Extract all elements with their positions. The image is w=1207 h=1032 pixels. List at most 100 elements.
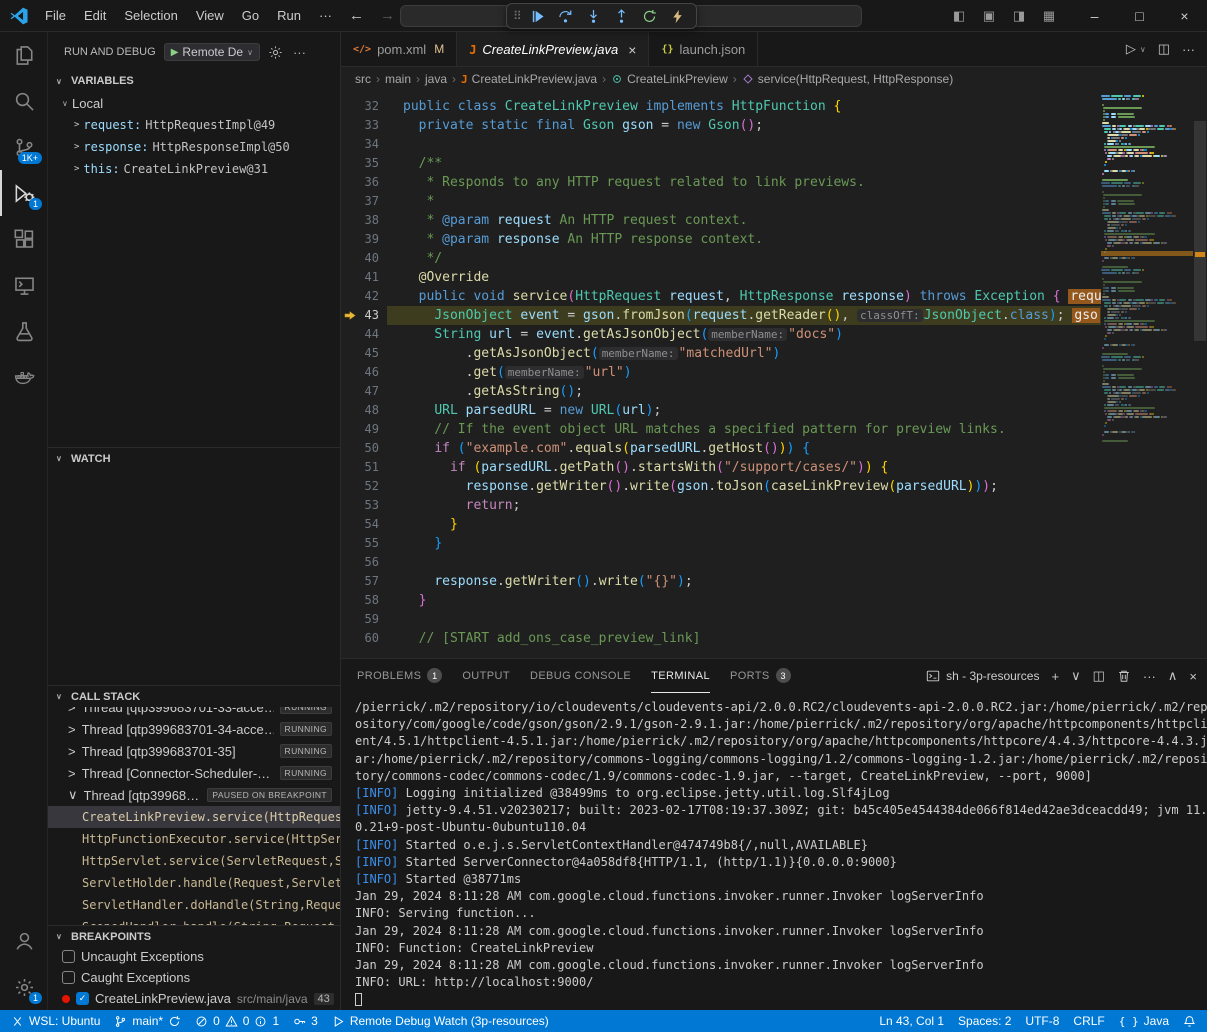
gutter-line-49[interactable]: 49: [341, 420, 387, 439]
start-debugging-icon[interactable]: ▶: [171, 47, 179, 58]
debug-toolbar-drag-handle[interactable]: ⠿: [513, 9, 520, 23]
minimize-button[interactable]: –: [1072, 0, 1117, 32]
editor-tab-launch-json[interactable]: {}launch.json: [649, 32, 758, 66]
minimap[interactable]: [1101, 91, 1193, 658]
panel-tab-output[interactable]: OUTPUT: [462, 659, 510, 693]
breakpoints-section-header[interactable]: ∨ BREAKPOINTS: [48, 925, 340, 947]
debug-step-out-button[interactable]: [610, 5, 634, 27]
code-line-59[interactable]: 59: [341, 610, 1101, 629]
code-line-50[interactable]: 50 if ("example.com".equals(parsedURL.ge…: [341, 439, 1101, 458]
gutter-line-44[interactable]: 44: [341, 325, 387, 344]
menu-go[interactable]: Go: [233, 1, 268, 31]
activity-item-search[interactable]: [0, 78, 47, 124]
gutter-line-32[interactable]: 32: [341, 97, 387, 116]
status-language-mode[interactable]: { }Java: [1112, 1010, 1176, 1032]
split-terminal-icon[interactable]: ◫: [1093, 668, 1105, 684]
call-stack-frame[interactable]: ScopedHandler.handle(String,Request,: [48, 916, 340, 925]
status-remote-indicator[interactable]: WSL: Ubuntu: [4, 1010, 107, 1032]
editor-tab-createlinkpreview-java[interactable]: JCreateLinkPreview.java×: [457, 32, 649, 66]
views-more-icon[interactable]: ···: [291, 45, 308, 60]
debug-disconnect-button[interactable]: [666, 5, 690, 27]
breakpoint-checkbox[interactable]: [62, 971, 75, 984]
go-back-button[interactable]: ←: [341, 7, 372, 24]
variable-row[interactable]: >response:HttpResponseImpl@50: [48, 136, 340, 158]
gutter-line-54[interactable]: 54: [341, 515, 387, 534]
watch-section-header[interactable]: ∨ WATCH: [48, 447, 340, 469]
close-panel-icon[interactable]: ×: [1189, 669, 1197, 684]
gutter-line-56[interactable]: 56: [341, 553, 387, 572]
breakpoint-row[interactable]: Uncaught Exceptions: [48, 946, 340, 967]
status-git-branch[interactable]: main*: [107, 1010, 188, 1032]
maximize-button[interactable]: □: [1117, 0, 1162, 32]
panel-tab-problems[interactable]: PROBLEMS1: [357, 659, 442, 693]
gutter-line-47[interactable]: 47: [341, 382, 387, 401]
code-line-46[interactable]: 46 .get(memberName:"url"): [341, 363, 1101, 382]
code-line-40[interactable]: 40 */: [341, 249, 1101, 268]
gutter-line-33[interactable]: 33: [341, 116, 387, 135]
variables-scope-local[interactable]: ∨ Local: [48, 92, 340, 114]
variable-row[interactable]: >this:CreateLinkPreview@31: [48, 158, 340, 180]
editor-tab-pom-xml[interactable]: </>pom.xmlM: [341, 32, 457, 66]
code-line-49[interactable]: 49 // If the event object URL matches a …: [341, 420, 1101, 439]
gutter-line-48[interactable]: 48: [341, 401, 387, 420]
activity-item-run-and-debug[interactable]: 1: [0, 170, 47, 216]
status-debug-session[interactable]: Remote Debug Watch (3p-resources): [325, 1010, 556, 1032]
code-line-42[interactable]: 42 public void service(HttpRequest reque…: [341, 287, 1101, 306]
status-ports-forwarded[interactable]: 3: [286, 1010, 325, 1032]
maximize-panel-icon[interactable]: ∧: [1168, 668, 1178, 684]
kill-terminal-icon[interactable]: [1117, 669, 1131, 683]
code-line-35[interactable]: 35 /**: [341, 154, 1101, 173]
panel-tab-ports[interactable]: PORTS3: [730, 659, 791, 693]
code-line-44[interactable]: 44 String url = event.getAsJsonObject(me…: [341, 325, 1101, 344]
call-stack-thread[interactable]: >Thread [qtp399683701-33-acce…RUNNING: [48, 707, 340, 718]
go-forward-button[interactable]: →: [372, 7, 403, 24]
toggle-sidebar-icon[interactable]: ◧: [946, 8, 972, 24]
toggle-secondary-sidebar-icon[interactable]: ◨: [1006, 8, 1032, 24]
code-line-45[interactable]: 45 .getAsJsonObject(memberName:"matchedU…: [341, 344, 1101, 363]
code-line-54[interactable]: 54 }: [341, 515, 1101, 534]
debug-continue-button[interactable]: [526, 5, 550, 27]
run-java-button[interactable]: ▷: [1126, 41, 1136, 57]
code-line-33[interactable]: 33 private static final Gson gson = new …: [341, 116, 1101, 135]
breadcrumb-item[interactable]: JCreateLinkPreview.java: [461, 72, 597, 86]
breakpoint-checkbox[interactable]: [62, 950, 75, 963]
activity-item-extensions[interactable]: [0, 216, 47, 262]
menu-view[interactable]: View: [187, 1, 233, 31]
run-options-chevron-icon[interactable]: ∨: [1140, 45, 1146, 54]
debug-step-into-button[interactable]: [582, 5, 606, 27]
code-line-53[interactable]: 53 return;: [341, 496, 1101, 515]
terminal-instance-item[interactable]: sh - 3p-resources: [926, 669, 1039, 683]
gutter-line-51[interactable]: 51: [341, 458, 387, 477]
editor-scrollbar[interactable]: [1193, 91, 1207, 658]
code-line-38[interactable]: 38 * @param request An HTTP request cont…: [341, 211, 1101, 230]
debug-restart-button[interactable]: [638, 5, 662, 27]
code-line-48[interactable]: 48 URL parsedURL = new URL(url);: [341, 401, 1101, 420]
gutter-line-41[interactable]: 41: [341, 268, 387, 287]
gutter-line-42[interactable]: 42: [341, 287, 387, 306]
breakpoint-checkbox[interactable]: ✓: [76, 992, 89, 1005]
gutter-line-53[interactable]: 53: [341, 496, 387, 515]
split-editor-icon[interactable]: ◫: [1158, 41, 1170, 57]
code-line-58[interactable]: 58 }: [341, 591, 1101, 610]
gutter-line-36[interactable]: 36: [341, 173, 387, 192]
code-line-57[interactable]: 57 response.getWriter().write("{}");: [341, 572, 1101, 591]
call-stack-frame[interactable]: CreateLinkPreview.service(HttpReques: [48, 806, 340, 828]
debug-config-dropdown[interactable]: ▶ Remote De ∨: [164, 43, 260, 61]
code-line-37[interactable]: 37 *: [341, 192, 1101, 211]
debug-step-over-button[interactable]: [554, 5, 578, 27]
activity-item-source-control[interactable]: 1K+: [0, 124, 47, 170]
call-stack-frame[interactable]: ServletHolder.handle(Request,Servlet: [48, 872, 340, 894]
variable-row[interactable]: >request:HttpRequestImpl@49: [48, 114, 340, 136]
code-line-34[interactable]: 34: [341, 135, 1101, 154]
gutter-line-55[interactable]: 55: [341, 534, 387, 553]
status-cursor-position[interactable]: Ln 43, Col 1: [872, 1010, 951, 1032]
code-line-56[interactable]: 56: [341, 553, 1101, 572]
code-line-43[interactable]: 43 JsonObject event = gson.fromJson(requ…: [341, 306, 1101, 325]
panel-tab-debug-console[interactable]: DEBUG CONSOLE: [530, 659, 631, 693]
call-stack-section-header[interactable]: ∨ CALL STACK: [48, 685, 340, 707]
breadcrumb-item[interactable]: java: [425, 72, 447, 86]
breadcrumb-item[interactable]: CreateLinkPreview: [611, 72, 728, 86]
terminal-profile-chevron-icon[interactable]: ∨: [1071, 668, 1081, 684]
activity-item-docker[interactable]: [0, 354, 47, 400]
new-terminal-icon[interactable]: +: [1051, 669, 1059, 684]
